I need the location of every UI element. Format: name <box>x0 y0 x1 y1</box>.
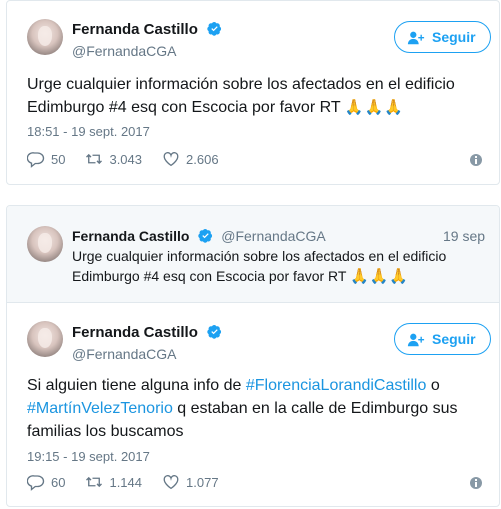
verified-badge-icon <box>207 324 222 339</box>
reply-count: 50 <box>51 151 66 167</box>
reply-button[interactable]: 50 <box>27 150 65 168</box>
tweet-text: Urge cualquier información sobre los afe… <box>27 73 487 119</box>
tweet-card-1: Fernanda Castillo @FernandaCGA Seguir Ur… <box>6 0 500 185</box>
retweet-button[interactable]: 1.144 <box>85 473 142 491</box>
follow-person-icon <box>407 333 425 346</box>
author-name[interactable]: Fernanda Castillo <box>72 324 222 341</box>
tweet-text-line-2: Edimburgo #4 esq con Escocia por favor R… <box>27 99 341 116</box>
tweet-text-segment: Si alguien tiene alguna info de <box>27 377 246 394</box>
like-count: 2.606 <box>186 151 219 167</box>
like-button[interactable]: 1.077 <box>162 473 219 491</box>
like-button[interactable]: 2.606 <box>162 150 219 168</box>
reply-count: 60 <box>51 474 66 490</box>
tweet-text-line-1: Urge cualquier información sobre los afe… <box>27 76 455 93</box>
follow-button-label: Seguir <box>432 331 476 347</box>
like-count: 1.077 <box>186 474 219 490</box>
like-icon <box>163 152 179 167</box>
pray-emoji: 🙏🙏🙏 <box>350 268 410 285</box>
hashtag-link[interactable]: #MartínVelezTenorio <box>27 400 173 417</box>
follow-button[interactable]: Seguir <box>394 323 491 355</box>
retweet-icon <box>86 153 103 165</box>
tweet-actions: 50 3.043 2.606 <box>27 150 239 168</box>
info-icon[interactable] <box>470 154 482 166</box>
tweet-text-line-3: familias los buscamos <box>27 423 184 440</box>
quoted-text-line-2: Edimburgo #4 esq con Escocia por favor R… <box>72 268 347 284</box>
author-handle[interactable]: @FernandaCGA <box>72 346 176 362</box>
tweet-card-2: Fernanda Castillo @FernandaCGA 19 sep Ur… <box>6 205 500 507</box>
reply-icon <box>27 475 45 491</box>
author-handle[interactable]: @FernandaCGA <box>72 43 176 59</box>
avatar[interactable] <box>27 19 63 55</box>
tweet-text: Si alguien tiene alguna info de #Florenc… <box>27 374 493 443</box>
info-icon[interactable] <box>470 477 482 489</box>
follow-person-icon <box>407 31 425 44</box>
author-name-text[interactable]: Fernanda Castillo <box>72 324 198 341</box>
pray-emoji: 🙏🙏🙏 <box>344 99 404 116</box>
quoted-tweet[interactable]: Fernanda Castillo @FernandaCGA 19 sep Ur… <box>7 206 499 303</box>
retweet-button[interactable]: 3.043 <box>85 150 142 168</box>
quoted-author-name-text[interactable]: Fernanda Castillo <box>72 228 189 244</box>
quoted-text-line-1: Urge cualquier información sobre los afe… <box>72 248 447 264</box>
tweet-actions: 60 1.144 1.077 <box>27 473 239 491</box>
tweet-timestamp[interactable]: 19:15 - 19 sept. 2017 <box>27 449 150 464</box>
avatar[interactable] <box>27 321 63 357</box>
hashtag-link[interactable]: #FlorenciaLorandiCastillo <box>246 377 427 394</box>
tweet-text-segment: q estaban en la calle de Edimburgo sus <box>172 400 458 417</box>
retweet-icon <box>86 476 103 488</box>
quoted-text: Urge cualquier información sobre los afe… <box>72 246 492 287</box>
retweet-count: 3.043 <box>109 151 143 167</box>
reply-icon <box>27 152 45 168</box>
verified-badge-icon <box>198 228 213 243</box>
author-name[interactable]: Fernanda Castillo <box>72 21 222 38</box>
follow-button-label: Seguir <box>432 29 476 45</box>
like-icon <box>163 475 179 490</box>
tweet-text-segment: o <box>426 377 440 394</box>
verified-badge-icon <box>207 21 222 36</box>
quoted-author-name[interactable]: Fernanda Castillo @FernandaCGA <box>72 228 326 244</box>
author-name-text[interactable]: Fernanda Castillo <box>72 21 198 38</box>
quoted-avatar[interactable] <box>27 226 63 262</box>
reply-button[interactable]: 60 <box>27 473 65 491</box>
quoted-date[interactable]: 19 sep <box>443 228 485 244</box>
quoted-author-handle[interactable]: @FernandaCGA <box>221 228 325 244</box>
follow-button[interactable]: Seguir <box>394 21 491 53</box>
tweet-timestamp[interactable]: 18:51 - 19 sept. 2017 <box>27 124 150 139</box>
retweet-count: 1.144 <box>109 474 143 490</box>
